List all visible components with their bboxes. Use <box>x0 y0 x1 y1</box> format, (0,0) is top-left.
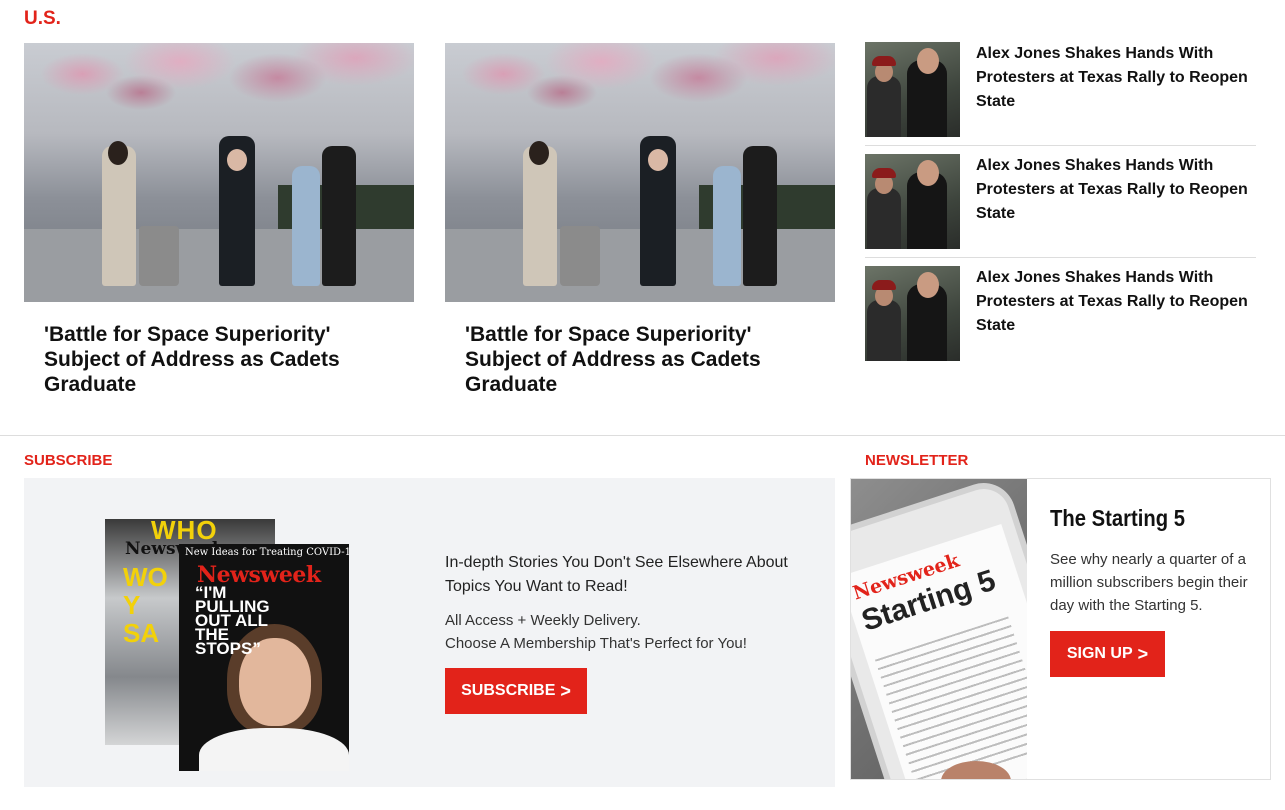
cover-big-text: WO Y SA <box>123 562 168 648</box>
newsletter-panel: Newsweek Starting 5 The Starting 5 See w… <box>850 478 1271 780</box>
divider <box>865 257 1256 258</box>
side-article-title[interactable]: Alex Jones Shakes Hands With Protesters … <box>976 42 1256 114</box>
chevron-right-icon: > <box>1137 644 1149 664</box>
sign-up-button-label: SIGN UP <box>1066 645 1133 662</box>
subscribe-headline: In-depth Stories You Don't See Elsewhere… <box>445 554 788 595</box>
side-article-title[interactable]: Alex Jones Shakes Hands With Protesters … <box>976 154 1256 226</box>
article-thumbnail[interactable] <box>865 266 960 361</box>
newsletter-title: The Starting 5 <box>1050 505 1185 531</box>
newsletter-description: See why nearly a quarter of a million su… <box>1050 551 1248 614</box>
section-divider <box>0 435 1285 436</box>
subscribe-line: All Access + Weekly Delivery. <box>445 612 641 629</box>
side-article-item[interactable]: Alex Jones Shakes Hands With Protesters … <box>865 42 1256 146</box>
subscribe-button[interactable]: SUBSCRIBE > <box>445 668 587 714</box>
newsletter-image: Newsweek Starting 5 <box>851 479 1027 779</box>
cover-kicker: New Ideas for Treating COVID-19 <box>185 547 349 558</box>
section-title-subscribe: SUBSCRIBE <box>24 452 113 469</box>
article-title[interactable]: 'Battle for Space Superiority' Subject o… <box>465 322 815 397</box>
side-article-title[interactable]: Alex Jones Shakes Hands With Protesters … <box>976 266 1256 338</box>
chevron-right-icon: > <box>560 681 571 701</box>
section-title-us[interactable]: U.S. <box>24 8 61 30</box>
article-title[interactable]: 'Battle for Space Superiority' Subject o… <box>44 322 394 397</box>
subscribe-panel: WHO Newsweek WO Y SA New Ideas for Treat… <box>24 478 835 787</box>
article-thumbnail[interactable] <box>865 42 960 137</box>
subscribe-button-label: SUBSCRIBE <box>461 682 556 699</box>
article-image[interactable] <box>24 43 414 302</box>
article-thumbnail[interactable] <box>865 154 960 249</box>
side-article-item[interactable]: Alex Jones Shakes Hands With Protesters … <box>865 154 1256 258</box>
magazine-cover-front: New Ideas for Treating COVID-19 Newsweek… <box>179 544 349 771</box>
cover-quote: “I'M PULLING OUT ALL THE STOPS” <box>195 583 270 658</box>
section-title-newsletter: NEWSLETTER <box>865 452 969 469</box>
sign-up-button[interactable]: SIGN UP > <box>1050 631 1165 677</box>
divider <box>865 145 1256 146</box>
subscribe-line: Choose A Membership That's Perfect for Y… <box>445 635 747 652</box>
article-image[interactable] <box>445 43 835 302</box>
side-article-item[interactable]: Alex Jones Shakes Hands With Protesters … <box>865 266 1256 370</box>
